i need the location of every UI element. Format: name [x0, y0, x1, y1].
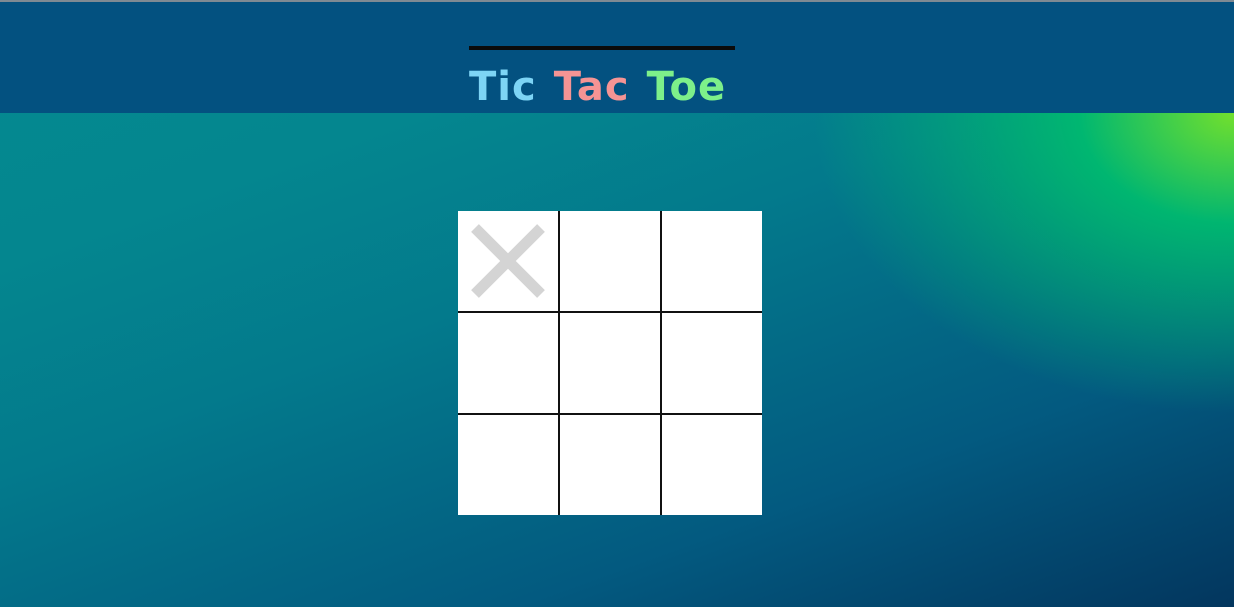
- board-cell-6[interactable]: [458, 415, 558, 515]
- cell-mark: [662, 211, 762, 311]
- title-word-tac: Tac: [553, 64, 630, 110]
- game-board: X: [458, 211, 762, 515]
- cell-mark: [662, 415, 762, 515]
- board-cell-0[interactable]: X: [458, 211, 558, 311]
- x-mark-icon: [471, 224, 545, 298]
- cell-mark: [458, 313, 558, 413]
- board-cell-8[interactable]: [662, 415, 762, 515]
- title-underline-rule: [469, 46, 735, 50]
- cell-mark: [560, 415, 660, 515]
- board-cell-5[interactable]: [662, 313, 762, 413]
- title-word-tic: Tic: [469, 64, 537, 110]
- page-title: Tic Tac Toe: [469, 60, 749, 114]
- cell-mark: [662, 313, 762, 413]
- cell-mark: [560, 313, 660, 413]
- cell-mark: [560, 211, 660, 311]
- title-word-toe: Toe: [646, 64, 727, 110]
- board-cell-1[interactable]: [560, 211, 660, 311]
- board-cell-2[interactable]: [662, 211, 762, 311]
- board-cell-4[interactable]: [560, 313, 660, 413]
- board-cell-7[interactable]: [560, 415, 660, 515]
- cell-mark: [458, 415, 558, 515]
- cell-mark: X: [458, 211, 558, 311]
- board-cell-3[interactable]: [458, 313, 558, 413]
- header-bar: Tic Tac Toe: [0, 2, 1234, 113]
